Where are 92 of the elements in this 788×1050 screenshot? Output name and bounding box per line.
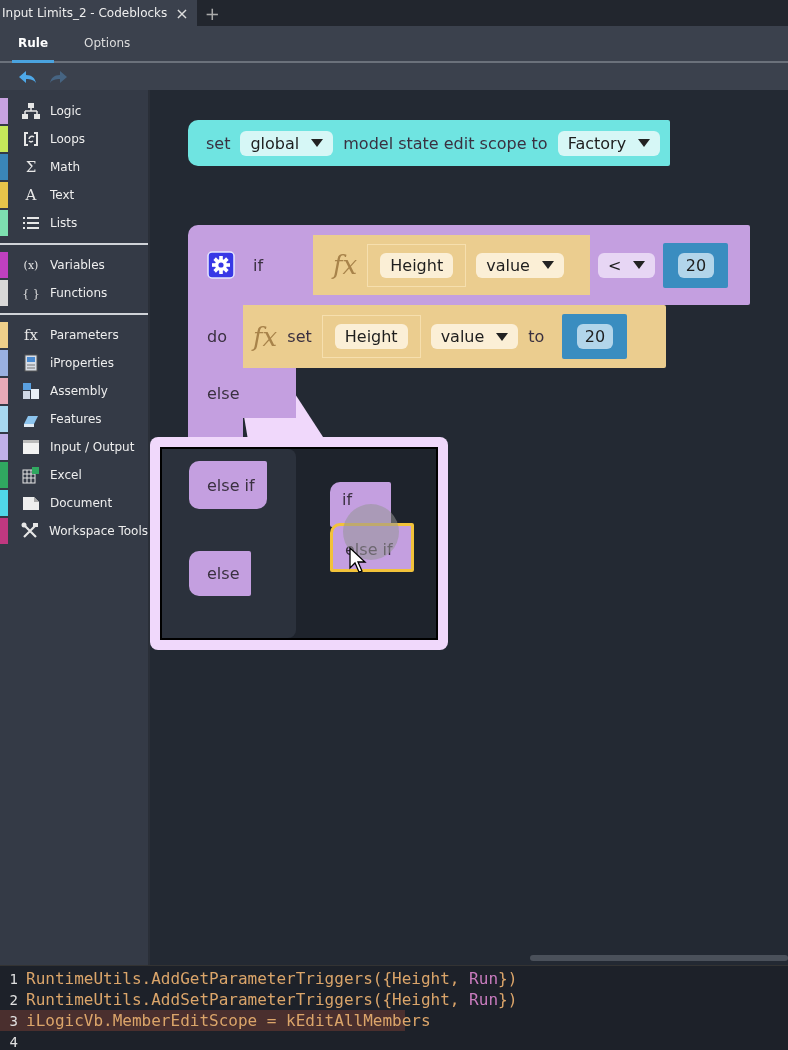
category-label: Document (50, 496, 113, 510)
caret-icon (496, 332, 509, 341)
parameter-field[interactable]: Height (334, 324, 408, 349)
set-parameter-block[interactable]: fx set Height value to 20 (243, 305, 666, 368)
mutator-block[interactable]: if (330, 482, 391, 527)
category-label: Functions (50, 286, 108, 300)
property-dropdown[interactable]: value (430, 324, 519, 349)
number-block[interactable]: 20 (562, 314, 628, 359)
number-block[interactable]: 20 (663, 242, 729, 288)
category-item[interactable]: Document (0, 489, 148, 517)
line-number: 1 (8, 970, 19, 987)
category-glyph: Σ (25, 158, 37, 176)
number-field[interactable]: 20 (677, 252, 715, 278)
category-item[interactable]: fx Parameters (0, 321, 148, 349)
settings-icon[interactable] (207, 251, 235, 279)
undo-icon[interactable] (18, 68, 38, 85)
block-label: set (287, 327, 312, 346)
lists-icon (22, 214, 40, 232)
category-item[interactable]: A Text (0, 181, 148, 209)
category-item[interactable]: Excel (0, 461, 148, 489)
block-label: to (528, 327, 545, 346)
operator-dropdown[interactable]: < (598, 252, 656, 278)
category-item[interactable]: Lists (0, 209, 148, 237)
category-item[interactable]: Logic (0, 97, 148, 125)
caret-icon (541, 261, 554, 269)
block-label: do (207, 327, 227, 346)
loops-icon (22, 130, 40, 148)
category-label: Math (50, 160, 81, 174)
category-glyph: { } (22, 286, 40, 300)
line-number: 2 (8, 991, 19, 1008)
category-item[interactable]: Input / Output (0, 433, 148, 461)
category-label: Excel (50, 468, 82, 482)
tab-title: Input Limits_2 - Codeblocks (2, 6, 168, 20)
category-item[interactable]: Features (0, 405, 148, 433)
category-glyph: (x) (23, 258, 39, 272)
tools-icon (21, 522, 40, 540)
category-label: Lists (50, 216, 78, 230)
category-item[interactable]: { } Functions (0, 279, 148, 307)
category-glyph: fx (24, 326, 38, 344)
flyout-block[interactable]: else (189, 551, 252, 596)
caret-icon (311, 139, 324, 147)
block-label: else (207, 383, 240, 403)
sheet-icon (22, 466, 40, 484)
scrollbar[interactable] (530, 955, 788, 961)
flyout-block[interactable]: else if (189, 461, 267, 509)
category-item[interactable]: iProperties (0, 349, 148, 377)
code-line: RuntimeUtils.AddSetParameterTriggers({Height, Run}) (26, 990, 518, 1009)
category-label: Assembly (50, 384, 108, 398)
ribbon-tab[interactable]: Options (78, 26, 137, 63)
category-item[interactable]: Assembly (0, 377, 148, 405)
category-item[interactable]: Σ Math (0, 153, 148, 181)
window-icon (22, 438, 40, 456)
fx-symbol: fx (333, 250, 358, 280)
block-label: if (253, 255, 265, 275)
logic-icon (22, 102, 40, 120)
category-glyph: A (25, 186, 37, 204)
document-icon (22, 494, 40, 512)
property-dropdown[interactable]: value (476, 252, 564, 278)
line-number: 3 (8, 1012, 19, 1029)
if-block[interactable]: if fx Height value < 20 (188, 225, 750, 305)
category-label: Parameters (50, 328, 119, 342)
category-label: Workspace Tools (49, 524, 148, 538)
scope-block[interactable]: set global model state edit scope to Factory (188, 120, 671, 166)
caret-icon (638, 139, 651, 147)
code-line: iLogicVb.MemberEditScope = kEditAllMembers (26, 1011, 431, 1030)
category-item[interactable]: Loops (0, 125, 148, 153)
line-number: 4 (8, 1033, 19, 1050)
scope-dropdown[interactable]: global (240, 130, 334, 156)
fx-symbol: fx (253, 321, 278, 352)
new-tab-button[interactable]: + (196, 0, 228, 26)
caret-icon (633, 261, 646, 269)
category-label: Logic (50, 104, 82, 118)
document-tab[interactable]: Input Limits_2 - Codeblocks × (0, 0, 197, 26)
category-item[interactable]: (x) Variables (0, 251, 148, 279)
drag-indicator (343, 504, 399, 560)
category-label: iProperties (50, 356, 114, 370)
device-icon (22, 354, 40, 372)
category-label: Input / Output (50, 440, 135, 454)
close-tab-button[interactable]: × (175, 3, 189, 23)
code-line: RuntimeUtils.AddGetParameterTriggers({Height, Run}) (26, 969, 518, 988)
edit-scope-dropdown[interactable]: Factory (557, 130, 661, 156)
category-label: Text (50, 188, 75, 202)
block-label: set (206, 133, 231, 153)
assembly-icon (22, 382, 40, 400)
block-label: model state edit scope to (343, 133, 548, 153)
category-label: Loops (50, 132, 86, 146)
number-field[interactable]: 20 (576, 324, 614, 349)
parameter-field[interactable]: Height (380, 252, 454, 278)
parameter-block[interactable]: fx Height value (313, 235, 590, 295)
category-item[interactable]: Workspace Tools (0, 517, 148, 545)
category-label: Variables (50, 258, 105, 272)
category-label: Features (50, 412, 102, 426)
